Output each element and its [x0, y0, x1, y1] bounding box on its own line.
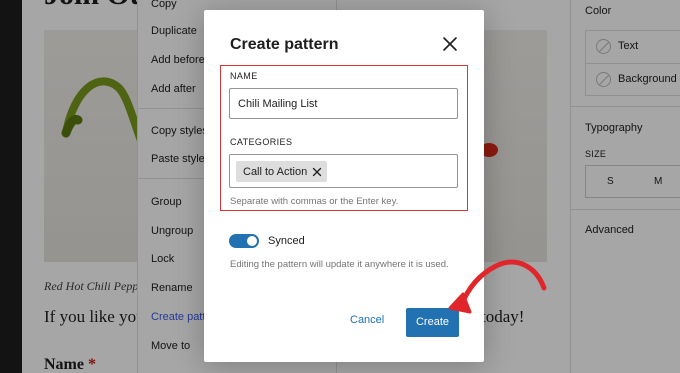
cancel-button[interactable]: Cancel — [350, 314, 384, 326]
synced-label: Synced — [268, 235, 305, 247]
category-token-label: Call to Action — [243, 165, 308, 178]
synced-help-text: Editing the pattern will update it anywh… — [230, 259, 449, 270]
categories-help-text: Separate with commas or the Enter key. — [230, 196, 399, 207]
synced-toggle[interactable] — [229, 234, 259, 248]
close-icon — [313, 167, 322, 176]
remove-token-button[interactable] — [307, 161, 327, 182]
toggle-knob — [247, 236, 257, 246]
annotation-arrow-icon — [448, 259, 547, 314]
pattern-name-input[interactable] — [229, 88, 458, 119]
close-button[interactable] — [440, 34, 460, 54]
categories-input[interactable]: Call to Action — [229, 154, 458, 188]
close-icon — [443, 37, 457, 51]
name-field-label: NAME — [230, 71, 258, 81]
dialog-title: Create pattern — [230, 36, 339, 53]
categories-field-label: CATEGORIES — [230, 137, 293, 147]
category-token: Call to Action — [236, 161, 328, 182]
